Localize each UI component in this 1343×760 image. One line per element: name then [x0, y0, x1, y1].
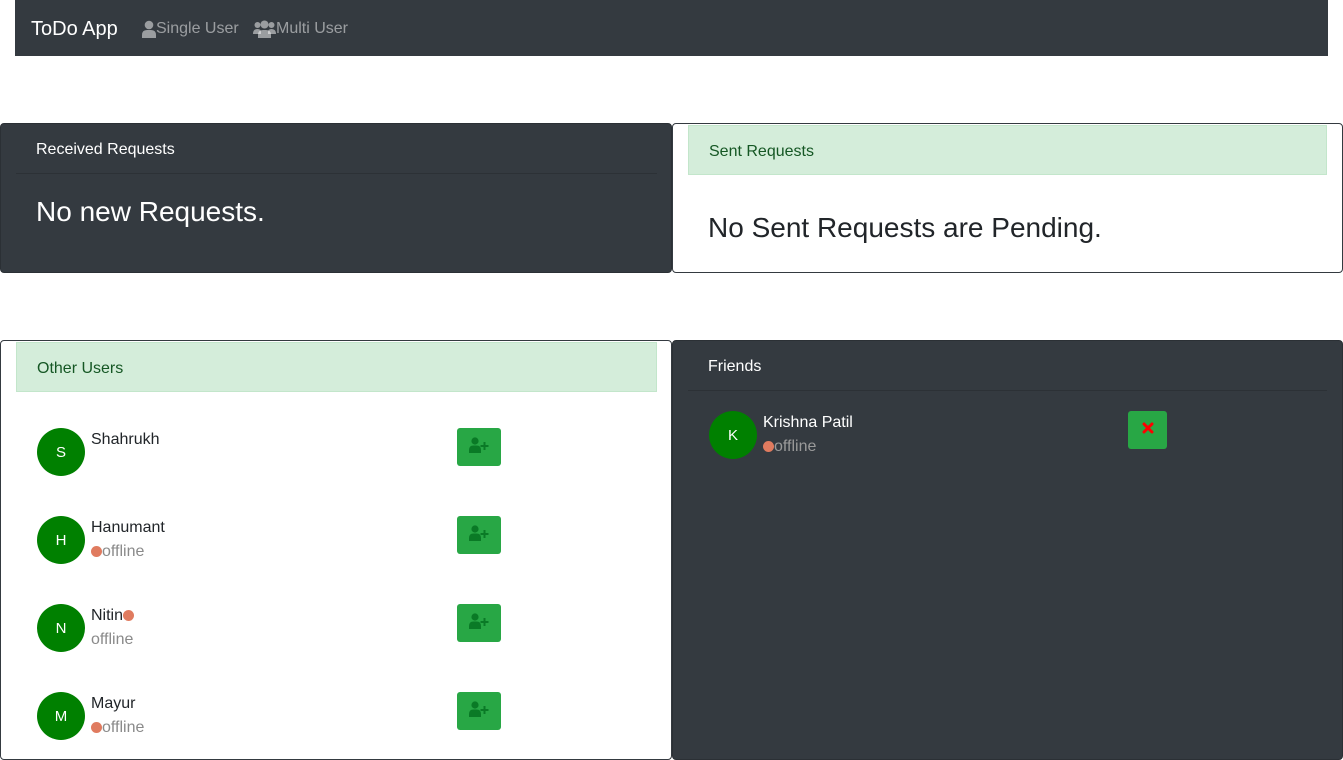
user-status: offline	[91, 631, 134, 648]
avatar: K	[709, 411, 757, 459]
add-friend-button[interactable]	[457, 428, 501, 466]
user-name: Mayur	[91, 695, 136, 712]
user-row: S Shahrukh	[37, 428, 507, 478]
user-name-with-status-dot: Nitin	[91, 605, 135, 627]
nav-single-user-label: Single User	[156, 20, 239, 37]
close-icon	[1142, 421, 1154, 439]
friend-status: offline	[763, 436, 816, 458]
user-plus-icon	[469, 612, 489, 634]
status-dot	[91, 722, 102, 734]
avatar: M	[37, 692, 85, 740]
user-plus-icon	[469, 700, 489, 722]
sent-requests-card: Sent Requests No Sent Requests are Pendi…	[672, 123, 1343, 273]
user-icon	[142, 20, 156, 38]
add-friend-button[interactable]	[457, 516, 501, 554]
received-requests-card: Received Requests No new Requests.	[0, 123, 672, 273]
user-status: offline	[91, 541, 144, 563]
brand-logo[interactable]: ToDo App	[31, 16, 118, 42]
avatar: N	[37, 604, 85, 652]
add-friend-button[interactable]	[457, 604, 501, 642]
user-plus-icon	[469, 436, 489, 458]
sent-requests-message: No Sent Requests are Pending.	[708, 212, 1102, 243]
friends-header: Friends	[688, 341, 1327, 391]
add-friend-button[interactable]	[457, 692, 501, 730]
received-requests-header: Received Requests	[16, 124, 657, 174]
user-name: Nitin	[91, 607, 124, 624]
status-dot	[123, 610, 135, 622]
remove-friend-button[interactable]	[1128, 411, 1167, 449]
status-dot	[91, 546, 102, 558]
nav-multi-user-label: Multi User	[276, 20, 349, 37]
user-row: M Mayur offline	[37, 692, 507, 742]
nav-multi-user[interactable]: Multi User	[253, 17, 348, 41]
user-row: H Hanumant offline	[37, 516, 507, 566]
user-name: Hanumant	[91, 519, 165, 536]
friend-name: Krishna Patil	[763, 414, 853, 431]
received-requests-message: No new Requests.	[36, 196, 265, 227]
user-name: Shahrukh	[91, 431, 160, 448]
avatar: H	[37, 516, 85, 564]
nav-single-user[interactable]: Single User	[142, 17, 239, 41]
friends-card: Friends K Krishna Patil offline	[672, 340, 1343, 760]
other-users-header: Other Users	[16, 342, 657, 392]
user-row: N Nitin offline	[37, 604, 507, 654]
status-text: offline	[102, 543, 145, 560]
other-users-card: Other Users S Shahrukh H Hanumant offlin…	[0, 340, 672, 760]
users-icon	[253, 20, 276, 38]
navbar: ToDo App Single User Multi User	[15, 0, 1328, 56]
friend-row: K Krishna Patil offline	[709, 411, 1179, 461]
avatar: S	[37, 428, 85, 476]
status-text: offline	[774, 438, 817, 455]
status-text: offline	[102, 719, 145, 736]
sent-requests-header: Sent Requests	[688, 125, 1327, 175]
user-plus-icon	[469, 524, 489, 546]
user-status: offline	[91, 717, 144, 739]
status-dot	[763, 441, 774, 453]
